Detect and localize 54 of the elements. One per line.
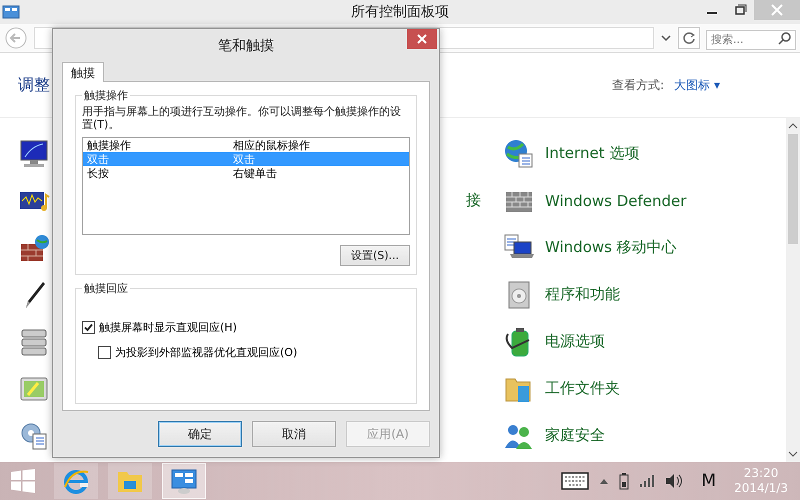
globe-document-icon[interactable] <box>503 138 535 170</box>
page-heading: 调整 <box>18 74 50 96</box>
control-panel-item[interactable]: 程序和功能 <box>545 285 620 304</box>
dialog-title: 笔和触摸 <box>218 37 274 55</box>
settings-button[interactable]: 设置(S)... <box>340 245 410 266</box>
browser-taskbar-button[interactable] <box>54 463 98 499</box>
column-header[interactable]: 相应的鼠标操作 <box>233 138 379 152</box>
control-panel-item[interactable]: 电源选项 <box>545 332 605 351</box>
scroll-up-icon[interactable] <box>788 122 798 130</box>
control-panel-item[interactable]: 家庭安全 <box>545 426 605 445</box>
close-button[interactable] <box>407 29 437 49</box>
list-cell-text: 长按 <box>87 166 110 180</box>
dialog-button[interactable]: 确定 <box>158 421 242 447</box>
checkbox-label[interactable]: 触摸屏幕时显示直观回应(H) <box>99 320 237 335</box>
control-panel-item[interactable]: 工作文件夹 <box>545 379 620 398</box>
browser-e-icon <box>62 467 90 495</box>
group-title: 触摸操作 <box>83 88 129 103</box>
signal-bars-icon[interactable] <box>639 474 656 488</box>
window-title: 所有控制面板项 <box>350 3 450 21</box>
list-cell-text: 右键单击 <box>233 166 278 180</box>
search-field[interactable]: 搜索... <box>706 30 796 50</box>
battery-icon[interactable] <box>619 472 630 490</box>
dialog-tab[interactable]: 触摸 <box>62 62 104 82</box>
control-panel-taskbar-button[interactable] <box>162 463 206 499</box>
control-panel-item[interactable]: Internet 选项 <box>545 144 640 163</box>
refresh-button[interactable] <box>678 27 700 49</box>
control-panel-item[interactable]: Windows 移动中心 <box>545 238 677 257</box>
touch-keyboard-icon[interactable] <box>561 472 590 490</box>
group-title: 触摸回应 <box>83 281 129 296</box>
control-panel-item[interactable]: Windows Defender <box>545 192 686 210</box>
list-cell-text: 双击 <box>233 152 256 166</box>
control-panel-icon <box>170 467 198 495</box>
input-method-indicator[interactable]: M <box>701 471 716 491</box>
scroll-down-icon[interactable] <box>788 450 798 458</box>
column-header[interactable]: 触摸操作 <box>87 138 233 152</box>
view-by-label: 查看方式: <box>612 76 664 94</box>
clock-date: 2014/1/3 <box>734 481 788 496</box>
item-label[interactable]: 接 <box>466 191 481 210</box>
list-cell-text: 双击 <box>87 152 110 166</box>
description-text: 用手指与屏幕上的项进行互动操作。你可以调整每个触摸操作的设置(T)。 <box>82 105 402 131</box>
show-hidden-icons-icon[interactable] <box>599 477 610 485</box>
scrollbar[interactable] <box>786 118 800 462</box>
list-row[interactable]: 长按 右键单击 <box>83 166 409 180</box>
checkbox-label[interactable]: 为投影到外部监视器优化直观回应(O) <box>115 345 298 360</box>
checkbox[interactable] <box>82 321 95 334</box>
checkbox[interactable] <box>98 346 111 359</box>
dialog-button[interactable]: 取消 <box>252 421 336 447</box>
clock-time: 23:20 <box>744 466 778 481</box>
view-by-dropdown[interactable]: 大图标 ▾ <box>674 76 720 94</box>
volume-icon[interactable] <box>665 473 684 489</box>
search-icon <box>778 31 792 45</box>
control-panel-icon <box>2 5 20 19</box>
monitor-icon[interactable] <box>18 138 50 170</box>
scroll-thumb[interactable] <box>788 134 798 244</box>
